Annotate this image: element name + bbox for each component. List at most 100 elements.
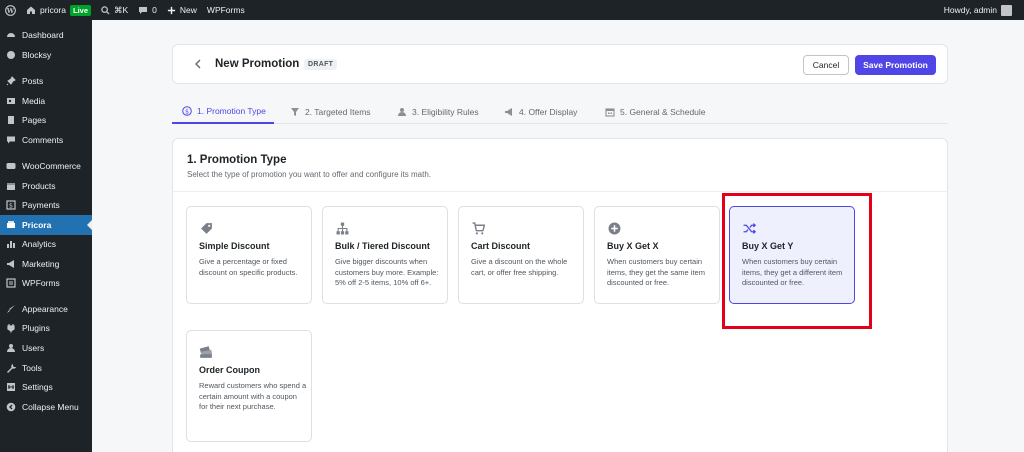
wpforms-adminbar-link[interactable]: WPForms <box>202 0 250 20</box>
site-name-link[interactable]: pricora Live <box>21 0 96 20</box>
tab-promotion-type[interactable]: $ 1. Promotion Type <box>172 100 274 124</box>
cancel-button[interactable]: Cancel <box>803 55 849 75</box>
status-badge: DRAFT <box>304 59 338 70</box>
page-title: New Promotion <box>215 58 300 70</box>
blocksy-icon <box>6 50 16 60</box>
tab-offer-display[interactable]: 4. Offer Display <box>504 100 577 124</box>
sidebar-item-label: WooCommerce <box>22 161 81 171</box>
settings-icon <box>6 382 16 392</box>
site-name: pricora <box>40 5 66 15</box>
tab-targeted-items[interactable]: 2. Targeted Items <box>290 100 371 124</box>
promotion-type-simple-discount[interactable]: Simple Discount Give a percentage or fix… <box>186 206 312 304</box>
sidebar-item-posts[interactable]: Posts <box>0 71 92 91</box>
sidebar-item-label: Settings <box>22 382 53 392</box>
coupon-icon <box>199 345 213 359</box>
sidebar-item-label: Analytics <box>22 239 57 249</box>
sidebar-item-label: Dashboard <box>22 30 64 40</box>
promotion-header: New Promotion DRAFT Cancel Save Promotio… <box>172 44 948 84</box>
shuffle-icon <box>742 221 756 235</box>
chevron-left-icon <box>195 59 201 69</box>
user-icon <box>6 343 16 353</box>
sidebar-item-pages[interactable]: Pages <box>0 110 92 130</box>
svg-text:W: W <box>6 6 15 14</box>
promotion-type-description: Give a percentage or fixed discount on s… <box>199 257 298 277</box>
new-label: New <box>179 5 197 15</box>
wpforms-label: WPForms <box>206 5 245 15</box>
live-badge: Live <box>69 4 91 16</box>
back-button[interactable] <box>191 55 205 73</box>
svg-text:$: $ <box>9 202 13 210</box>
shortcut-label: ⌘K <box>114 4 129 15</box>
promotion-type-cart-discount[interactable]: Cart Discount Give a discount on the who… <box>458 206 584 304</box>
my-account-menu[interactable]: Howdy, admin <box>944 4 1024 16</box>
sidebar-item-blocksy[interactable]: Blocksy <box>0 45 92 65</box>
tab-label: 4. Offer Display <box>519 107 578 117</box>
promotion-type-buy-x-get-y[interactable]: Buy X Get Y When customers buy certain i… <box>729 206 855 304</box>
filter-icon <box>290 107 300 117</box>
sidebar-item-label: Collapse Menu <box>22 402 79 412</box>
promotion-type-description: When customers buy certain items, they g… <box>742 257 843 287</box>
sidebar-item-label: Pricora <box>22 220 52 230</box>
sidebar-item-analytics[interactable]: Analytics <box>0 234 92 254</box>
calendar-icon <box>605 107 615 117</box>
promotion-type-section: 1. Promotion Type Select the type of pro… <box>172 138 948 452</box>
sidebar-item-users[interactable]: Users <box>0 338 92 358</box>
cart-icon <box>471 221 485 235</box>
promotion-type-buy-x-get-x[interactable]: Buy X Get X When customers buy certain i… <box>594 206 720 304</box>
sidebar-item-woocommerce[interactable]: WooCommerce <box>0 156 92 176</box>
sidebar-item-label: Pages <box>22 115 47 125</box>
sidebar-item-products[interactable]: Products <box>0 176 92 196</box>
command-palette-button[interactable]: ⌘K <box>96 0 133 20</box>
sidebar-item-plugins[interactable]: Plugins <box>0 318 92 338</box>
box-icon <box>6 181 16 191</box>
comments-count: 0 <box>152 5 157 15</box>
promotion-type-description: Give bigger discounts when customers buy… <box>335 257 439 287</box>
sidebar-item-label: Products <box>22 181 56 191</box>
divider <box>173 191 947 192</box>
step-tabs: $ 1. Promotion Type 2. Targeted Items 3.… <box>172 100 948 124</box>
megaphone-icon <box>504 107 514 117</box>
promotion-type-description: When customers buy certain items, they g… <box>607 257 705 287</box>
sidebar-item-settings[interactable]: Settings <box>0 377 92 397</box>
admin-bar: W pricora Live ⌘K 0 New WPForms Howdy, a… <box>0 0 1024 20</box>
sidebar-item-dashboard[interactable]: Dashboard <box>0 25 92 45</box>
tab-label: 5. General & Schedule <box>620 107 706 117</box>
sidebar-item-comments[interactable]: Comments <box>0 130 92 150</box>
tab-eligibility-rules[interactable]: 3. Eligibility Rules <box>397 100 479 124</box>
pushpin-icon <box>6 76 16 86</box>
sidebar-item-label: Appearance <box>22 304 68 314</box>
wordpress-logo-button[interactable]: W <box>0 0 21 20</box>
sidebar-item-label: Marketing <box>22 259 60 269</box>
user-icon <box>397 107 407 117</box>
woocommerce-icon <box>6 161 16 171</box>
comment-bubble-icon <box>139 6 148 14</box>
sidebar-item-appearance[interactable]: Appearance <box>0 299 92 319</box>
sidebar-item-marketing[interactable]: Marketing <box>0 254 92 274</box>
sidebar-collapse-menu[interactable]: Collapse Menu <box>0 397 92 417</box>
main-content: New Promotion DRAFT Cancel Save Promotio… <box>92 20 1024 452</box>
sidebar-item-payments[interactable]: $ Payments <box>0 195 92 215</box>
promotion-type-description: Give a discount on the whole cart, or of… <box>471 257 568 277</box>
plugin-icon <box>6 323 16 333</box>
comments-link[interactable]: 0 <box>133 0 162 20</box>
sidebar-item-label: Media <box>22 96 46 106</box>
promotion-type-bulk-tiered-discount[interactable]: Bulk / Tiered Discount Give bigger disco… <box>322 206 448 304</box>
plus-circle-icon <box>607 221 621 235</box>
sidebar-item-pricora[interactable]: Pricora <box>0 215 92 235</box>
wrench-icon <box>6 363 16 373</box>
pages-icon <box>6 115 16 125</box>
tab-general-schedule[interactable]: 5. General & Schedule <box>605 100 706 124</box>
sidebar-item-label: Posts <box>22 76 44 86</box>
new-content-button[interactable]: New <box>162 0 202 20</box>
promotion-type-order-coupon[interactable]: Order Coupon Reward customers who spend … <box>186 330 312 442</box>
home-icon <box>27 6 35 14</box>
sidebar-item-tools[interactable]: Tools <box>0 358 92 378</box>
promotion-type-description: Reward customers who spend a certain amo… <box>199 381 307 411</box>
promotion-type-title: Buy X Get X <box>607 241 659 251</box>
sidebar-item-wpforms[interactable]: WPForms <box>0 273 92 293</box>
sidebar-item-media[interactable]: Media <box>0 91 92 111</box>
tag-icon <box>199 221 213 235</box>
save-promotion-button[interactable]: Save Promotion <box>855 55 936 75</box>
promotion-type-title: Buy X Get Y <box>742 241 794 251</box>
wordpress-icon: W <box>5 4 16 16</box>
